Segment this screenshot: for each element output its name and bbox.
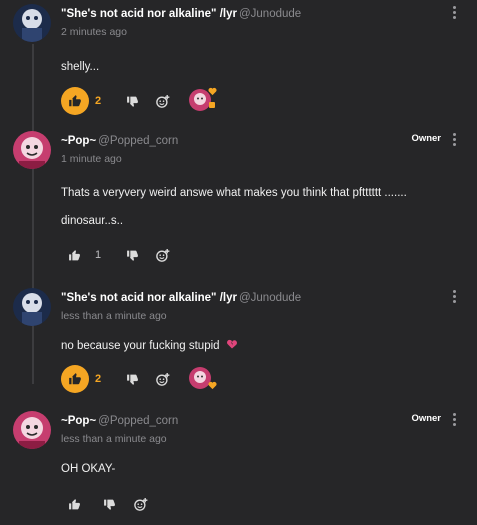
- user-handle[interactable]: @Popped_corn: [98, 415, 178, 427]
- comment-header: ~Pop~ @Popped_corn: [61, 135, 178, 147]
- timestamp: less than a minute ago: [61, 433, 167, 445]
- comment-actions: [61, 489, 361, 519]
- thumbs-up-icon: [68, 498, 81, 511]
- reaction-avatars[interactable]: [189, 87, 217, 115]
- user-handle[interactable]: @Popped_corn: [98, 135, 178, 147]
- heart-reaction-icon: [208, 87, 217, 96]
- more-options-icon[interactable]: [451, 413, 457, 429]
- comment: ~Pop~ @Popped_corn 1 minute ago Owner Tha…: [0, 127, 477, 282]
- thumbs-up-icon: [68, 372, 82, 386]
- owner-badge: Owner: [411, 413, 441, 424]
- thumbs-down-icon: [126, 249, 139, 262]
- heart-reaction-icon: [208, 381, 217, 390]
- thumbs-down-icon: [126, 95, 139, 108]
- avatar[interactable]: [13, 411, 51, 449]
- add-reaction-icon: [155, 248, 170, 263]
- reaction-badge: [209, 102, 215, 108]
- like-count: 2: [95, 373, 102, 385]
- avatar[interactable]: [13, 4, 51, 42]
- dislike-button[interactable]: [126, 86, 139, 116]
- add-reaction-button[interactable]: [155, 240, 170, 270]
- comment-text-row: no because your fucking stupid: [61, 338, 238, 352]
- avatar[interactable]: [13, 288, 51, 326]
- user-handle[interactable]: @Junodude: [239, 8, 301, 20]
- thumbs-up-icon: [68, 94, 82, 108]
- like-button[interactable]: [61, 86, 89, 116]
- comment: "She's not acid nor alkaline" /lyr @Junod…: [0, 284, 477, 404]
- comment-header: ~Pop~ @Popped_corn: [61, 415, 178, 427]
- add-reaction-icon: [133, 497, 148, 512]
- username[interactable]: "She's not acid nor alkaline" /lyr: [61, 8, 237, 20]
- dislike-button[interactable]: [103, 489, 116, 519]
- avatar[interactable]: [13, 131, 51, 169]
- dislike-button[interactable]: [126, 240, 139, 270]
- comment-actions: 2: [61, 364, 361, 394]
- comment: "She's not acid nor alkaline" /lyr @Junod…: [0, 0, 477, 125]
- add-reaction-icon: [155, 94, 170, 109]
- owner-badge: Owner: [411, 133, 441, 144]
- comment-text: dinosaur..s..: [61, 215, 124, 227]
- comment-header: "She's not acid nor alkaline" /lyr @Junod…: [61, 292, 301, 304]
- dislike-button[interactable]: [126, 364, 139, 394]
- more-options-icon[interactable]: [451, 290, 457, 306]
- like-button[interactable]: [68, 240, 81, 270]
- thumbs-up-icon: [68, 249, 81, 262]
- username[interactable]: ~Pop~: [61, 135, 96, 147]
- more-options-icon[interactable]: [451, 6, 457, 22]
- comment: ~Pop~ @Popped_corn less than a minute ago…: [0, 407, 477, 525]
- reaction-avatars[interactable]: [189, 365, 217, 393]
- add-reaction-button[interactable]: [155, 364, 170, 394]
- add-reaction-icon: [155, 372, 170, 387]
- user-handle[interactable]: @Junodude: [239, 292, 301, 304]
- timestamp: 2 minutes ago: [61, 26, 127, 38]
- comment-text: OH OKAY-: [61, 463, 116, 475]
- like-count: 2: [95, 95, 102, 107]
- like-button[interactable]: [61, 364, 89, 394]
- comment-text: no because your fucking stupid: [61, 340, 220, 352]
- timestamp: less than a minute ago: [61, 310, 167, 322]
- username[interactable]: "She's not acid nor alkaline" /lyr: [61, 292, 237, 304]
- broken-heart-icon: [226, 339, 237, 349]
- more-options-icon[interactable]: [451, 133, 457, 149]
- thumbs-down-icon: [103, 498, 116, 511]
- username[interactable]: ~Pop~: [61, 415, 96, 427]
- add-reaction-button[interactable]: [155, 86, 170, 116]
- comment-text: shelly...: [61, 61, 100, 73]
- like-count: 1: [95, 249, 102, 261]
- thumbs-down-icon: [126, 373, 139, 386]
- comment-actions: 2: [61, 86, 361, 116]
- comment-header: "She's not acid nor alkaline" /lyr @Junod…: [61, 8, 301, 20]
- add-reaction-button[interactable]: [133, 489, 148, 519]
- comment-actions: 1: [61, 240, 361, 270]
- comment-text: Thats a veryvery weird answe what makes …: [61, 187, 407, 199]
- like-button[interactable]: [68, 489, 81, 519]
- timestamp: 1 minute ago: [61, 153, 122, 165]
